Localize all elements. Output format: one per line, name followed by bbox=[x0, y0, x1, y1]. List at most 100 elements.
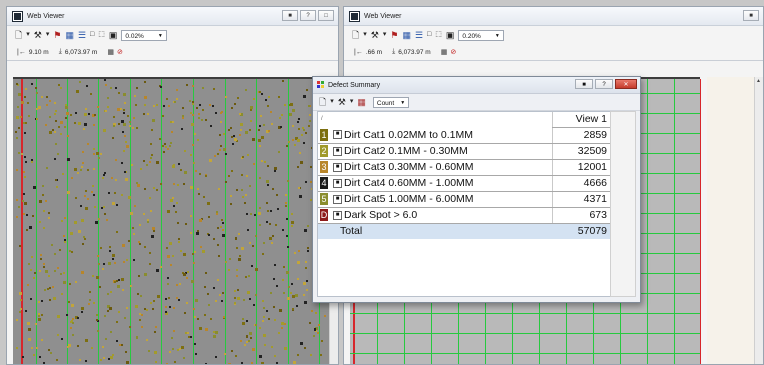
zoom-fit-icon[interactable]: ▣ bbox=[109, 30, 118, 40]
defect-marker bbox=[208, 103, 211, 106]
right-position-field[interactable]: ⤓ 6,073.97 m bbox=[392, 48, 431, 56]
table-row[interactable]: D ■ Dark Spot > 6.0 673 bbox=[318, 207, 610, 224]
color-legend-icon[interactable]: ▦ bbox=[357, 97, 366, 107]
defect-marker bbox=[122, 244, 126, 248]
new-dropdown-chevron-down-icon[interactable]: ▾ bbox=[26, 30, 30, 40]
new-document-icon[interactable]: 🗋 bbox=[319, 97, 326, 107]
defect-marker bbox=[308, 125, 311, 128]
frame-icon[interactable]: ⬚ bbox=[435, 30, 442, 40]
left-zoom-select[interactable]: 0.02% ▼ bbox=[121, 29, 167, 41]
right-vertical-scrollbar[interactable]: ▲ bbox=[754, 77, 763, 364]
defect-marker bbox=[34, 271, 37, 274]
defect-summary-toolbar: 🗋 ▾ ⚒ ▾ ▦ Count ▼ bbox=[313, 94, 640, 111]
close-icon[interactable]: ✕ bbox=[615, 79, 637, 89]
tools-dropdown-chevron-down-icon[interactable]: ▾ bbox=[350, 97, 354, 107]
filter-icon[interactable]: ☰ bbox=[415, 30, 423, 40]
tools-icon[interactable]: ⚒ bbox=[371, 30, 379, 40]
defect-marker bbox=[204, 118, 207, 121]
lock-icon[interactable]: ■ bbox=[282, 10, 298, 21]
defect-marker bbox=[65, 117, 67, 120]
layers-icon[interactable]: ▦ bbox=[65, 30, 74, 40]
expand-icon[interactable]: ■ bbox=[333, 146, 342, 156]
right-viewer-status-row: |← .66 m ⤓ 6,073.97 m ▦ ⊘ bbox=[344, 44, 763, 61]
grid-icon[interactable]: ▦ bbox=[107, 48, 114, 56]
left-view-options[interactable]: ▦ ⊘ bbox=[107, 48, 123, 56]
defect-marker bbox=[167, 277, 170, 280]
expand-icon[interactable]: ■ bbox=[333, 210, 342, 220]
defect-summary-titlebar[interactable]: Defect Summary ■ ? ✕ bbox=[313, 77, 640, 94]
count-chevron-down-icon: ▼ bbox=[400, 99, 406, 106]
tools-icon[interactable]: ⚒ bbox=[34, 30, 42, 40]
new-dropdown-chevron-down-icon[interactable]: ▾ bbox=[330, 97, 334, 107]
zoom-fit-icon[interactable]: ▣ bbox=[446, 30, 455, 40]
right-viewer-titlebar[interactable]: Web Viewer ■ bbox=[344, 7, 763, 26]
frame-icon[interactable]: ⬚ bbox=[98, 30, 105, 40]
row-label-cell: ■ Dirt Cat1 0.02MM to 0.1MM bbox=[330, 127, 553, 144]
lock-icon[interactable]: ■ bbox=[575, 79, 593, 89]
defect-marker bbox=[267, 95, 270, 98]
tools-dropdown-chevron-down-icon[interactable]: ▾ bbox=[46, 30, 50, 40]
table-row[interactable]: 4 ■ Dirt Cat4 0.60MM - 1.00MM 4666 bbox=[318, 175, 610, 192]
defect-marker bbox=[258, 177, 261, 180]
tools-icon[interactable]: ⚒ bbox=[338, 97, 346, 107]
row-count-cell: 4371 bbox=[552, 191, 610, 208]
row-swatch-cell: 3 bbox=[318, 159, 330, 176]
table-row[interactable]: 1 ■ Dirt Cat1 0.02MM to 0.1MM 2859 bbox=[318, 127, 610, 144]
layers-icon[interactable]: ▦ bbox=[402, 30, 411, 40]
defect-marker bbox=[55, 359, 58, 362]
defect-marker bbox=[63, 241, 66, 244]
expand-icon[interactable]: ■ bbox=[333, 162, 342, 172]
grid-icon[interactable]: ▦ bbox=[441, 48, 448, 56]
select-box-icon[interactable]: □ bbox=[427, 30, 431, 40]
scale-arrow-icon: |← bbox=[17, 48, 26, 56]
defect-marker bbox=[172, 182, 175, 185]
table-row[interactable]: 2 ■ Dirt Cat2 0.1MM - 0.30MM 32509 bbox=[318, 143, 610, 160]
filter-icon[interactable]: ☰ bbox=[78, 30, 86, 40]
defect-marker bbox=[181, 128, 184, 131]
defect-marker bbox=[198, 173, 201, 176]
defect-marker bbox=[225, 260, 228, 263]
left-scale-field[interactable]: |← 9.10 m bbox=[17, 49, 49, 56]
count-select[interactable]: Count ▼ bbox=[372, 96, 410, 108]
defect-marker bbox=[48, 299, 51, 302]
column-header-view1[interactable]: View 1 bbox=[552, 112, 610, 128]
expand-icon[interactable]: ■ bbox=[333, 178, 342, 188]
grid-line bbox=[193, 79, 194, 364]
table-corner[interactable]: / bbox=[318, 112, 330, 128]
defect-marker bbox=[276, 207, 279, 210]
select-box-icon[interactable]: □ bbox=[90, 30, 94, 40]
no-entry-icon[interactable]: ⊘ bbox=[450, 48, 456, 56]
right-view-options[interactable]: ▦ ⊘ bbox=[441, 48, 457, 56]
defect-marker bbox=[318, 324, 321, 327]
defect-marker bbox=[299, 194, 302, 198]
left-position-field[interactable]: ⤓ 6,073.97 m bbox=[59, 48, 98, 56]
left-viewer-titlebar[interactable]: Web Viewer ■ ? □ bbox=[7, 7, 338, 26]
defect-marker bbox=[184, 222, 187, 225]
help-icon[interactable]: ? bbox=[595, 79, 613, 89]
flag-icon[interactable]: ⚑ bbox=[53, 30, 61, 40]
flag-icon[interactable]: ⚑ bbox=[390, 30, 398, 40]
total-value: 57079 bbox=[552, 223, 610, 239]
maximize-icon[interactable]: □ bbox=[318, 10, 334, 21]
defect-marker bbox=[261, 319, 264, 322]
new-document-icon[interactable]: 🗋 bbox=[352, 30, 359, 40]
tools-dropdown-chevron-down-icon[interactable]: ▾ bbox=[383, 30, 387, 40]
no-entry-icon[interactable]: ⊘ bbox=[117, 48, 123, 56]
table-row[interactable]: 5 ■ Dirt Cat5 1.00MM - 6.00MM 4371 bbox=[318, 191, 610, 208]
table-row[interactable]: 3 ■ Dirt Cat3 0.30MM - 0.60MM 12001 bbox=[318, 159, 610, 176]
right-scale-field[interactable]: |← .66 m bbox=[354, 49, 382, 56]
expand-icon[interactable]: ■ bbox=[333, 130, 342, 140]
expand-icon[interactable]: ■ bbox=[333, 194, 342, 204]
new-dropdown-chevron-down-icon[interactable]: ▾ bbox=[363, 30, 367, 40]
defect-marker bbox=[122, 93, 126, 97]
help-icon[interactable]: ? bbox=[300, 10, 316, 21]
right-zoom-select[interactable]: 0.20% ▼ bbox=[458, 29, 504, 41]
defect-marker bbox=[74, 111, 77, 114]
table-total-row[interactable]: Total 57079 bbox=[318, 223, 610, 239]
scroll-up-icon[interactable]: ▲ bbox=[756, 78, 761, 84]
new-document-icon[interactable]: 🗋 bbox=[15, 30, 22, 40]
lock-icon[interactable]: ■ bbox=[743, 10, 759, 21]
defect-marker bbox=[162, 115, 165, 118]
defect-marker bbox=[324, 315, 327, 318]
left-defect-map-canvas[interactable] bbox=[13, 77, 331, 364]
